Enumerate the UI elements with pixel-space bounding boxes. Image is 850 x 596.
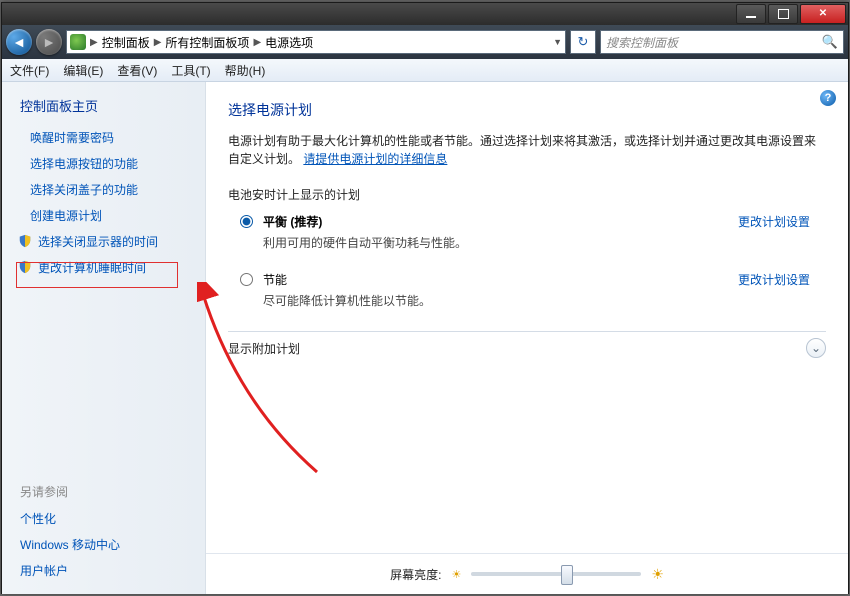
navigation-bar: ◄ ► ▶ 控制面板 ▶ 所有控制面板项 ▶ 电源选项 ▼ ↻ 搜索控制面板 🔍 xyxy=(2,25,848,59)
plan-balanced-name: 平衡 (推荐) xyxy=(263,213,738,230)
plan-powersave-radio[interactable] xyxy=(240,273,253,286)
back-button[interactable]: ◄ xyxy=(6,29,32,55)
help-icon[interactable]: ? xyxy=(820,90,836,106)
sidebar-link-password[interactable]: 唤醒时需要密码 xyxy=(2,125,205,151)
brightness-bar: 屏幕亮度: ☀ ☀ xyxy=(206,553,848,594)
plan-balanced-radio[interactable] xyxy=(240,215,253,228)
shield-icon xyxy=(18,260,32,274)
address-bar[interactable]: ▶ 控制面板 ▶ 所有控制面板项 ▶ 电源选项 ▼ xyxy=(66,30,566,54)
slider-thumb[interactable] xyxy=(561,565,573,585)
control-panel-window: ✕ ◄ ► ▶ 控制面板 ▶ 所有控制面板项 ▶ 电源选项 ▼ ↻ 搜索控制面板… xyxy=(1,2,849,594)
body-area: 控制面板主页 唤醒时需要密码 选择电源按钮的功能 选择关闭盖子的功能 创建电源计… xyxy=(2,82,848,594)
plan-powersave-desc: 尽可能降低计算机性能以节能。 xyxy=(263,292,738,309)
sidebar-home-link[interactable]: 控制面板主页 xyxy=(2,96,205,125)
plan-powersave-name: 节能 xyxy=(263,271,738,288)
plan-powersave-settings-link[interactable]: 更改计划设置 xyxy=(738,271,810,288)
refresh-button[interactable]: ↻ xyxy=(570,30,596,54)
minimize-button[interactable] xyxy=(736,4,766,24)
plan-balanced-settings-link[interactable]: 更改计划设置 xyxy=(738,213,810,230)
menu-help[interactable]: 帮助(H) xyxy=(225,62,266,79)
plan-powersave: 节能 尽可能降低计算机性能以节能。 更改计划设置 xyxy=(240,271,826,309)
menu-edit[interactable]: 编辑(E) xyxy=(63,62,103,79)
sidebar: 控制面板主页 唤醒时需要密码 选择电源按钮的功能 选择关闭盖子的功能 创建电源计… xyxy=(2,82,206,594)
shield-icon xyxy=(18,234,32,248)
breadcrumb-leaf[interactable]: 电源选项 xyxy=(265,34,313,51)
brightness-slider[interactable] xyxy=(471,572,641,576)
show-additional-plans[interactable]: 显示附加计划 ⌄ xyxy=(228,331,826,358)
maximize-button[interactable] xyxy=(768,4,798,24)
menu-bar: 文件(F) 编辑(E) 查看(V) 工具(T) 帮助(H) xyxy=(2,59,848,82)
control-panel-icon xyxy=(70,34,86,50)
chevron-down-icon[interactable]: ⌄ xyxy=(806,338,826,358)
search-icon[interactable]: 🔍 xyxy=(822,34,838,50)
search-placeholder: 搜索控制面板 xyxy=(606,34,678,51)
close-button[interactable]: ✕ xyxy=(800,4,846,24)
sidebar-extra-accounts[interactable]: 用户帐户 xyxy=(2,558,205,584)
plan-balanced: 平衡 (推荐) 利用可用的硬件自动平衡功耗与性能。 更改计划设置 xyxy=(240,213,826,251)
sidebar-link-lid-close[interactable]: 选择关闭盖子的功能 xyxy=(2,177,205,203)
plan-balanced-desc: 利用可用的硬件自动平衡功耗与性能。 xyxy=(263,234,738,251)
chevron-right-icon: ▶ xyxy=(90,37,98,48)
titlebar: ✕ xyxy=(2,3,848,25)
brightness-label: 屏幕亮度: xyxy=(390,566,441,583)
menu-file[interactable]: 文件(F) xyxy=(10,62,49,79)
detail-info-link[interactable]: 请提供电源计划的详细信息 xyxy=(303,152,447,166)
chevron-right-icon: ▶ xyxy=(154,37,162,48)
menu-tools[interactable]: 工具(T) xyxy=(171,62,210,79)
battery-plans-heading: 电池安时计上显示的计划 xyxy=(228,186,826,203)
sidebar-link-display-off[interactable]: 选择关闭显示器的时间 xyxy=(2,229,205,255)
main-content: ? 选择电源计划 电源计划有助于最大化计算机的性能或者节能。通过选择计划来将其激… xyxy=(206,82,848,594)
sidebar-extra-mobility[interactable]: Windows 移动中心 xyxy=(2,532,205,558)
search-input[interactable]: 搜索控制面板 🔍 xyxy=(600,30,844,54)
address-dropdown-icon[interactable]: ▼ xyxy=(553,37,562,47)
menu-view[interactable]: 查看(V) xyxy=(117,62,157,79)
page-title: 选择电源计划 xyxy=(228,100,826,120)
sun-bright-icon: ☀ xyxy=(651,566,664,583)
breadcrumb-mid[interactable]: 所有控制面板项 xyxy=(165,34,249,51)
sidebar-link-sleep-time[interactable]: 更改计算机睡眠时间 xyxy=(2,255,205,281)
sidebar-link-power-button[interactable]: 选择电源按钮的功能 xyxy=(2,151,205,177)
sun-dim-icon: ☀ xyxy=(451,568,461,581)
page-description: 电源计划有助于最大化计算机的性能或者节能。通过选择计划来将其激活，或选择计划并通… xyxy=(228,132,826,168)
sidebar-extra-personalize[interactable]: 个性化 xyxy=(2,506,205,532)
breadcrumb-root[interactable]: 控制面板 xyxy=(102,34,150,51)
sidebar-link-create-plan[interactable]: 创建电源计划 xyxy=(2,203,205,229)
chevron-right-icon: ▶ xyxy=(253,37,261,48)
see-also-heading: 另请参阅 xyxy=(2,483,205,506)
forward-button[interactable]: ► xyxy=(36,29,62,55)
